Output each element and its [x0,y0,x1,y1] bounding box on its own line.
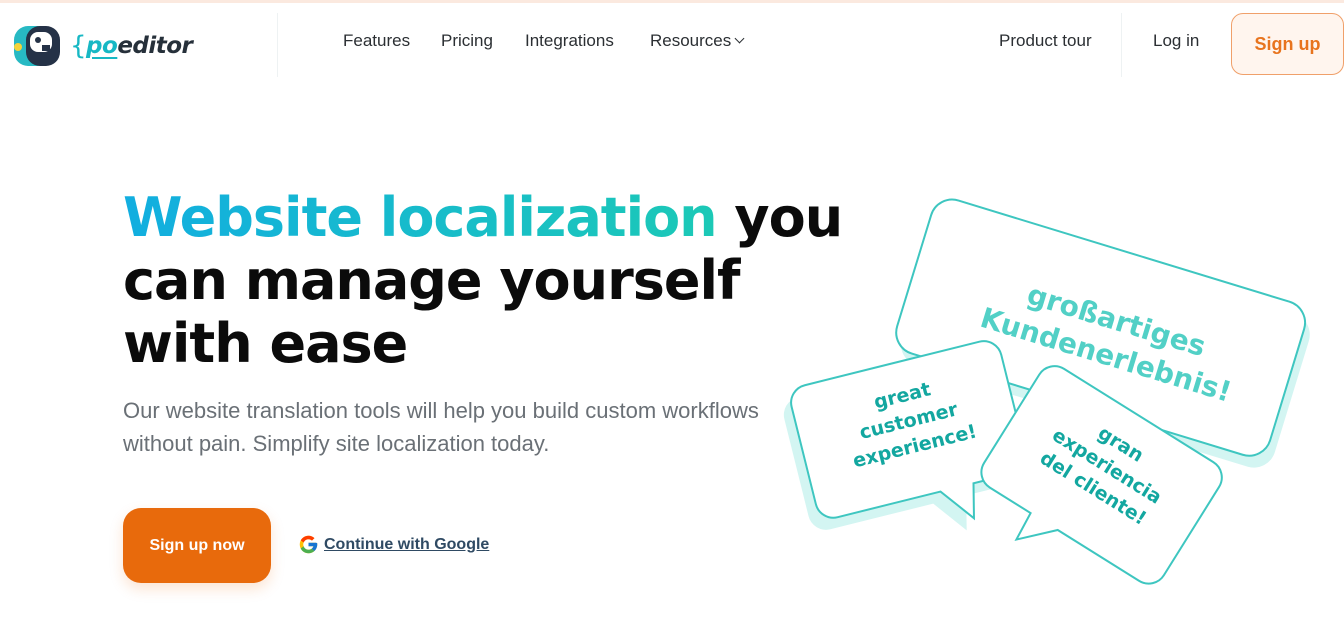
signup-button[interactable]: Sign up [1231,13,1344,75]
logo-wordmark: {po editor [70,31,193,61]
logo-brace: { [70,31,87,61]
header-divider [277,13,278,77]
hero-title: Website localization you can manage your… [123,186,883,375]
google-icon [299,535,318,554]
nav-resources-label: Resources [650,31,732,50]
nav-features[interactable]: Features [343,31,410,51]
site-header: {po editor Features Pricing Integrations … [0,3,1344,79]
logo-wordmark-prefix: po [86,33,118,59]
logo-wordmark-suffix: editor [117,33,193,59]
chevron-down-icon [734,33,745,44]
signup-now-button[interactable]: Sign up now [123,508,271,583]
nav-integrations[interactable]: Integrations [525,31,614,51]
nav-pricing[interactable]: Pricing [441,31,493,51]
hero-subtitle: Our website translation tools will help … [123,398,759,456]
header-divider [1121,13,1122,77]
google-signin-label: Continue with Google [324,535,490,553]
nav-product-tour[interactable]: Product tour [999,31,1092,51]
logo-mascot-icon [14,26,60,66]
translation-bubbles-illustration: großartiges Kundenerlebnis! great custom… [783,198,1310,585]
hero-title-accent: Website localization [123,186,718,249]
login-link[interactable]: Log in [1153,31,1199,51]
logo[interactable]: {po editor [12,23,193,69]
google-signin-link[interactable]: Continue with Google [298,534,489,555]
nav-resources[interactable]: Resources [650,31,745,51]
